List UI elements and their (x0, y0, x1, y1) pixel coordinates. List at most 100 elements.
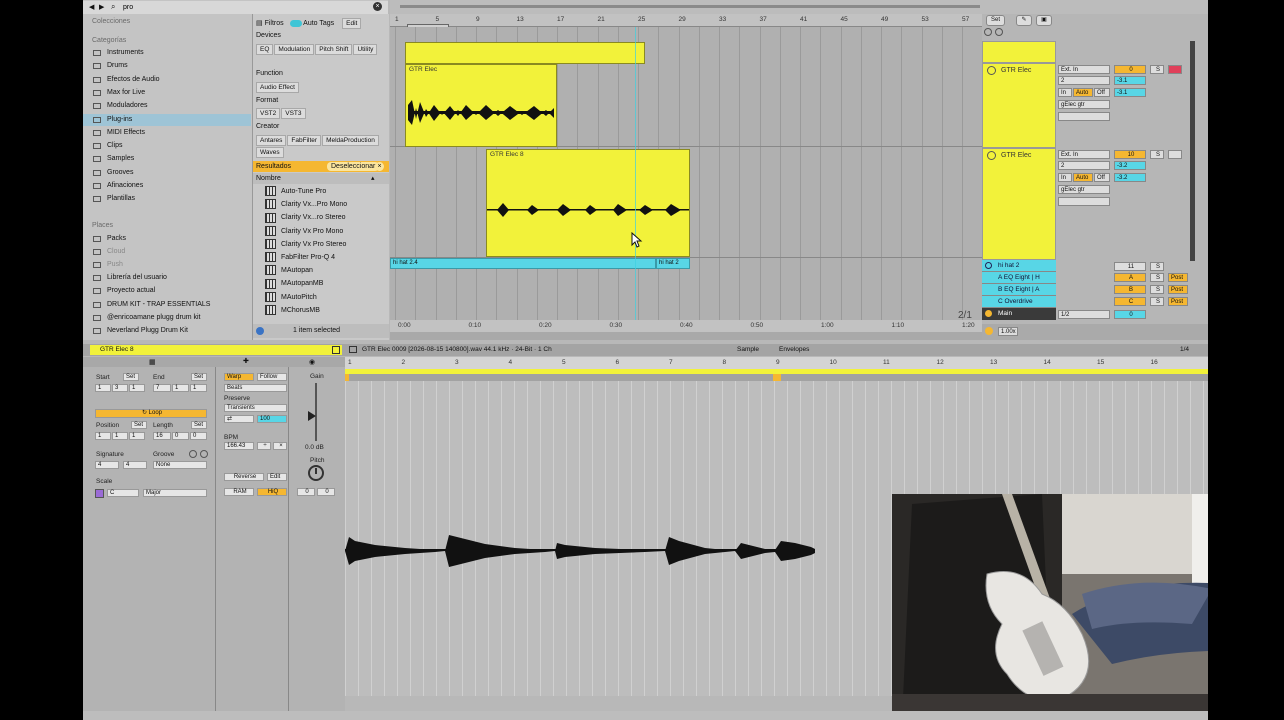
close-results-icon[interactable]: × (375, 162, 384, 171)
hiq-button[interactable]: HiQ (257, 488, 287, 496)
signature-denominator[interactable]: 4 (123, 461, 147, 469)
category-item[interactable]: Drums (83, 60, 251, 72)
set-button[interactable]: Set (986, 15, 1006, 26)
tag-pitch-shift[interactable]: Pitch Shift (315, 44, 353, 55)
position-bar[interactable]: 1 (95, 432, 111, 440)
main-volume[interactable]: 0 (1114, 310, 1146, 319)
loop-button[interactable]: ↻ Loop (95, 409, 207, 418)
tab-envelopes[interactable]: Envelopes (779, 346, 809, 353)
follow-button[interactable]: Follow (257, 373, 287, 381)
return-b-solo[interactable]: S (1150, 285, 1164, 294)
result-item[interactable]: MChorusMB (265, 304, 320, 317)
return-a-header[interactable]: A EQ Eight | H (982, 272, 1056, 284)
return-b-post[interactable]: Post (1168, 285, 1188, 294)
follow-icon[interactable] (985, 327, 993, 335)
monitor-in-1[interactable]: In (1058, 88, 1072, 97)
ram-button[interactable]: RAM (224, 488, 254, 496)
end-bar[interactable]: 7 (153, 384, 171, 392)
category-item[interactable]: Afinaciones (83, 180, 251, 192)
clip-view-toggle-icon[interactable] (332, 346, 340, 354)
pencil-icon[interactable]: ✎ (1016, 15, 1032, 26)
start-sixteenth[interactable]: 1 (129, 384, 145, 392)
scale-root-select[interactable]: C (107, 489, 139, 497)
edit-button[interactable]: Edit (267, 473, 287, 481)
result-item[interactable]: Clarity Vx...ro Stereo (265, 212, 346, 224)
back-arrow-icon[interactable]: ◀ (89, 3, 94, 11)
clip-hihat-2[interactable]: hi hat 2 (656, 258, 690, 269)
length-sixteenth[interactable]: 0 (190, 432, 207, 440)
category-item[interactable]: MIDI Effects (83, 127, 251, 139)
return-a-letter[interactable]: A (1114, 273, 1146, 282)
track-activator-icon[interactable] (987, 66, 996, 75)
send-b-1[interactable]: -3.1 (1114, 88, 1146, 97)
pitch-knob[interactable] (308, 465, 324, 481)
scale-type-select[interactable]: Major (143, 489, 207, 497)
result-item[interactable]: Clarity Vx Pro Stereo (265, 238, 346, 251)
auto-tags-toggle[interactable] (289, 19, 302, 27)
volume-1[interactable]: 0 (1114, 65, 1146, 74)
category-item[interactable]: Moduladores (83, 100, 251, 112)
solo-1[interactable]: S (1150, 65, 1164, 74)
forward-arrow-icon[interactable]: ▶ (99, 3, 104, 11)
filters-label[interactable]: Filtros (265, 20, 284, 27)
input-channel-select-2[interactable]: 2 (1058, 161, 1110, 170)
edit-tags-button[interactable]: Edit (342, 18, 362, 29)
sort-icon[interactable]: ▴ (371, 174, 375, 182)
groove-select[interactable]: None (153, 461, 207, 469)
bpm-value[interactable]: 166.43 (224, 442, 254, 450)
track-activator-icon[interactable] (985, 262, 992, 269)
preserve-select[interactable]: Transients (224, 404, 287, 412)
search-input[interactable] (123, 2, 373, 12)
commit-groove-icon[interactable] (200, 450, 208, 458)
clip-launch-icon[interactable]: ✚ (243, 357, 249, 365)
warp-button[interactable]: Warp (224, 373, 254, 381)
start-beat[interactable]: 3 (112, 384, 128, 392)
monitor-auto-1[interactable]: Auto (1073, 88, 1093, 97)
result-item[interactable]: MAutoPitch (265, 291, 317, 304)
tag-utility[interactable]: Utility (353, 44, 378, 55)
transient-envelope[interactable]: 100 (257, 415, 287, 423)
track-top-header[interactable] (982, 41, 1056, 63)
send-a-1[interactable]: -3.1 (1114, 76, 1146, 85)
result-item[interactable]: FabFilter Pro-Q 4 (265, 252, 335, 264)
position-sixteenth[interactable]: 1 (129, 432, 145, 440)
gain-slider-handle[interactable] (308, 411, 316, 421)
monitor-off-1[interactable]: Off (1094, 88, 1110, 97)
main-track-header[interactable]: Main (982, 308, 1056, 320)
category-item[interactable]: Plantillas (83, 193, 251, 205)
double-tempo-button[interactable]: × (273, 442, 287, 450)
unfold-all-icon[interactable] (995, 28, 1003, 36)
category-item[interactable]: Plug-ins (83, 113, 251, 126)
track-activator-icon[interactable] (985, 310, 992, 317)
return-a-post[interactable]: Post (1168, 273, 1188, 282)
tag-meldaproduction[interactable]: MeldaProduction (322, 135, 379, 146)
tag-antares[interactable]: Antares (256, 135, 287, 146)
start-bar[interactable]: 1 (95, 384, 111, 392)
clip-sample-icon[interactable]: ◉ (309, 358, 315, 366)
warp-marker-lane[interactable] (345, 374, 1208, 382)
scale-toggle[interactable] (95, 489, 104, 498)
result-item[interactable]: Clarity Vx...Pro Mono (265, 199, 347, 211)
name-header[interactable]: Nombre (256, 175, 281, 182)
place-item[interactable]: Packs (83, 233, 251, 245)
track-header-1[interactable]: GTR Elec (982, 63, 1056, 148)
result-item[interactable]: MAutopanMB (265, 278, 323, 290)
tag-fabfilter[interactable]: FabFilter (287, 135, 322, 146)
end-beat[interactable]: 1 (172, 384, 189, 392)
time-ruler[interactable]: 0:00 0:10 0:20 0:30 0:40 0:50 1:00 1:10 1:20 (390, 320, 982, 332)
main-select[interactable]: 1/2 (1058, 310, 1110, 319)
position-set-button[interactable]: Set (131, 421, 147, 429)
clip-hihat-1[interactable]: hi hat 2.4 (390, 258, 656, 269)
category-item[interactable]: Efectos de Audio (83, 74, 251, 86)
output-select-1[interactable]: gElec gtr (1058, 100, 1110, 109)
length-beat[interactable]: 0 (172, 432, 189, 440)
track-activator-icon[interactable] (987, 151, 996, 160)
reverse-button[interactable]: Reverse (224, 473, 264, 481)
volume-2[interactable]: 10 (1114, 150, 1146, 159)
tag-modulation[interactable]: Modulation (274, 44, 315, 55)
category-item[interactable]: Max for Live (83, 87, 251, 99)
return-c-solo[interactable]: S (1150, 297, 1164, 306)
monitor-in-2[interactable]: In (1058, 173, 1072, 182)
place-item[interactable]: Librería del usuario (83, 272, 251, 284)
return-c-header[interactable]: C Overdrive (982, 296, 1056, 308)
